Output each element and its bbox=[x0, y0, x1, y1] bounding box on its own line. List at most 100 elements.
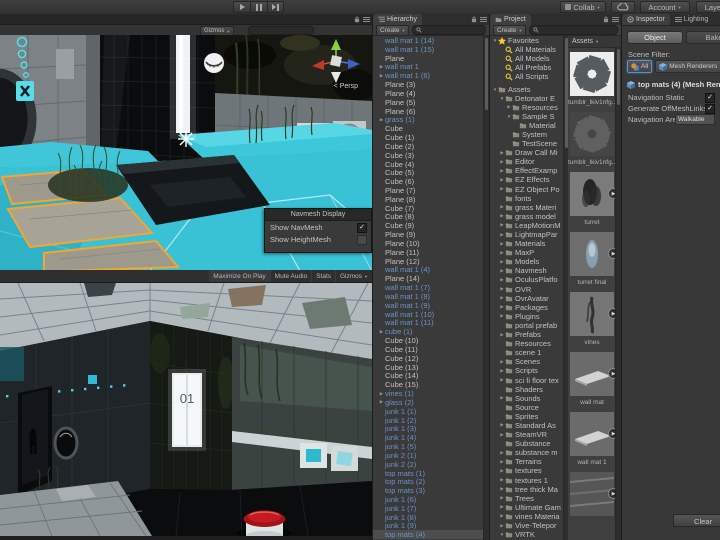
hierarchy-item[interactable]: junk 1 (8) bbox=[373, 513, 483, 522]
hierarchy-item[interactable]: Plane (3) bbox=[373, 80, 483, 89]
project-search-input[interactable] bbox=[529, 25, 618, 35]
scene-search-input[interactable] bbox=[248, 26, 314, 35]
asset-thumbnail[interactable]: ▶ turret final bbox=[568, 227, 619, 287]
asset-thumbnail[interactable]: tumblr_lkiv1nfg... bbox=[568, 107, 616, 167]
expand-arrow-icon[interactable]: ▶ bbox=[378, 329, 385, 335]
hierarchy-item[interactable]: wall mat 1 (8) bbox=[373, 292, 483, 301]
hierarchy-item[interactable]: Cube (6) bbox=[373, 177, 483, 186]
scene-gizmo[interactable] bbox=[310, 39, 362, 83]
hierarchy-item[interactable]: wall mat 1 (4) bbox=[373, 266, 483, 275]
project-tree-item[interactable]: ▼ VRTK bbox=[490, 530, 563, 539]
hierarchy-item[interactable]: wall mat 1 (10) bbox=[373, 310, 483, 319]
hierarchy-item[interactable]: Plane (9) bbox=[373, 230, 483, 239]
hierarchy-item[interactable]: Cube (11) bbox=[373, 345, 483, 354]
project-tree-item[interactable]: ▶ EffectExamp bbox=[490, 166, 563, 175]
hierarchy-item[interactable]: ▶ cube (1) bbox=[373, 327, 483, 336]
hierarchy-item[interactable]: Cube (2) bbox=[373, 142, 483, 151]
project-tree-item[interactable]: ▶ Scripts bbox=[490, 366, 563, 375]
project-tree-item[interactable]: ▶ OVR bbox=[490, 285, 563, 294]
play-button[interactable] bbox=[233, 1, 250, 13]
perspective-label[interactable]: < Persp bbox=[334, 83, 358, 90]
game-viewport[interactable]: 01 bbox=[0, 283, 372, 536]
tab-inspector[interactable]: Inspector bbox=[622, 14, 670, 25]
project-tree-item[interactable]: TestScene bbox=[490, 139, 563, 148]
project-tree-item[interactable]: ▶ textures bbox=[490, 466, 563, 475]
hierarchy-item[interactable]: Plane (10) bbox=[373, 239, 483, 248]
account-button[interactable]: Account ▼ bbox=[640, 1, 690, 13]
hierarchy-item[interactable]: wall mat 1 (15) bbox=[373, 45, 483, 54]
hierarchy-item[interactable]: junk 2 (1) bbox=[373, 451, 483, 460]
hierarchy-item[interactable]: junk 1 (2) bbox=[373, 416, 483, 425]
panel-menu-icon[interactable] bbox=[363, 16, 370, 23]
layers-button[interactable]: Layers bbox=[696, 1, 720, 13]
asset-thumbnail[interactable]: ▶ turret bbox=[568, 167, 619, 227]
project-tree-item[interactable]: ▶ Editor bbox=[490, 157, 563, 166]
project-tree-item[interactable]: ▶ grass Materi bbox=[490, 203, 563, 212]
navmesh-option-checkbox[interactable]: ✓ bbox=[357, 222, 367, 233]
panel-menu-icon[interactable] bbox=[612, 16, 619, 23]
hierarchy-search-input[interactable] bbox=[412, 25, 486, 35]
asset-thumbnail[interactable]: ▶ wall mat bbox=[568, 347, 619, 407]
property-checkbox[interactable]: ✓ bbox=[705, 103, 715, 114]
project-tree-item[interactable]: ▶ Prefabs bbox=[490, 330, 563, 339]
project-tree-item[interactable]: System bbox=[490, 130, 563, 139]
hierarchy-item[interactable]: Plane (7) bbox=[373, 186, 483, 195]
project-tree-item[interactable]: ▶ EZ Object Po bbox=[490, 185, 563, 194]
project-tree-item[interactable]: ▶ OculusPlatfo bbox=[490, 275, 563, 284]
project-tree-item[interactable]: Source bbox=[490, 403, 563, 412]
step-button[interactable] bbox=[267, 1, 284, 13]
project-tree-item[interactable]: portal prefab bbox=[490, 321, 563, 330]
hierarchy-item[interactable]: junk 1 (9) bbox=[373, 522, 483, 531]
hierarchy-item[interactable]: Cube (14) bbox=[373, 371, 483, 380]
hierarchy-item[interactable]: ▶ glass (2) bbox=[373, 398, 483, 407]
hierarchy-item[interactable]: ▶ grass (1) bbox=[373, 115, 483, 124]
game-toolbar-gizmos[interactable]: Gizmos ▼ bbox=[335, 270, 372, 282]
scene-viewport[interactable]: < Persp Navmesh Display Show NavMesh ✓ Sho… bbox=[0, 35, 372, 271]
filter-all-button[interactable]: All bbox=[627, 60, 653, 73]
tab-project[interactable]: Project bbox=[490, 14, 531, 25]
hierarchy-item[interactable]: Plane (12) bbox=[373, 257, 483, 266]
hierarchy-item[interactable]: Cube (9) bbox=[373, 221, 483, 230]
project-tree-item[interactable]: ▶ MaxP bbox=[490, 248, 563, 257]
hierarchy-item[interactable]: junk 2 (2) bbox=[373, 460, 483, 469]
lock-icon[interactable] bbox=[603, 16, 609, 23]
property-checkbox[interactable]: ✓ bbox=[705, 92, 715, 103]
project-tree-item[interactable]: ▶ Plugins bbox=[490, 312, 563, 321]
pause-button[interactable] bbox=[250, 1, 267, 13]
lock-icon[interactable] bbox=[471, 16, 477, 23]
panel-menu-icon[interactable] bbox=[480, 16, 487, 23]
project-tree-item[interactable]: ▶ Standard As bbox=[490, 421, 563, 430]
project-tree-item[interactable]: fonts bbox=[490, 194, 563, 203]
subtab-bake[interactable]: Bake bbox=[686, 31, 720, 44]
project-tree-item[interactable]: ▶ Materials bbox=[490, 239, 563, 248]
hierarchy-item[interactable]: Cube (13) bbox=[373, 363, 483, 372]
project-tree-item[interactable]: ▶ SteamVR bbox=[490, 430, 563, 439]
hierarchy-item[interactable]: ▶ vines (1) bbox=[373, 389, 483, 398]
project-tree-item[interactable]: ▶ Scenes bbox=[490, 357, 563, 366]
lock-icon[interactable] bbox=[354, 16, 360, 23]
hierarchy-item[interactable]: junk 1 (1) bbox=[373, 407, 483, 416]
project-tree-item[interactable]: ▼ Assets bbox=[490, 84, 563, 94]
project-tree-item[interactable]: ▶ LightmapPar bbox=[490, 230, 563, 239]
project-tree-item[interactable]: scene 1 bbox=[490, 348, 563, 357]
hierarchy-create-button[interactable]: Create ▼ bbox=[376, 24, 410, 36]
tab-hierarchy[interactable]: Hierarchy bbox=[373, 14, 422, 25]
hierarchy-item[interactable]: junk 1 (3) bbox=[373, 424, 483, 433]
hierarchy-item[interactable]: ▶ wall mat 1 bbox=[373, 62, 483, 71]
game-toolbar-mute-audio[interactable]: Mute Audio bbox=[269, 270, 312, 282]
project-create-button[interactable]: Create ▼ bbox=[493, 24, 527, 36]
hierarchy-item[interactable]: Plane (8) bbox=[373, 195, 483, 204]
asset-thumbnail[interactable]: tumblr_lkiv1nfg... bbox=[568, 47, 616, 107]
navmesh-option-checkbox[interactable] bbox=[357, 234, 367, 245]
filter-mesh-renderers-button[interactable]: Mesh Renderers bbox=[655, 60, 720, 73]
hierarchy-item[interactable]: junk 1 (7) bbox=[373, 504, 483, 513]
project-tree-item[interactable]: ▶ Navmesh bbox=[490, 266, 563, 275]
hierarchy-item[interactable]: wall mat 1 (7) bbox=[373, 283, 483, 292]
hierarchy-item[interactable]: Cube bbox=[373, 124, 483, 133]
project-tree-item[interactable]: ▶ Models bbox=[490, 257, 563, 266]
hierarchy-item[interactable]: Cube (5) bbox=[373, 168, 483, 177]
expand-arrow-icon[interactable]: ▶ bbox=[378, 64, 385, 70]
hierarchy-item[interactable]: Cube (8) bbox=[373, 213, 483, 222]
expand-arrow-icon[interactable]: ▶ bbox=[378, 391, 385, 397]
subtab-object[interactable]: Object bbox=[627, 31, 683, 44]
